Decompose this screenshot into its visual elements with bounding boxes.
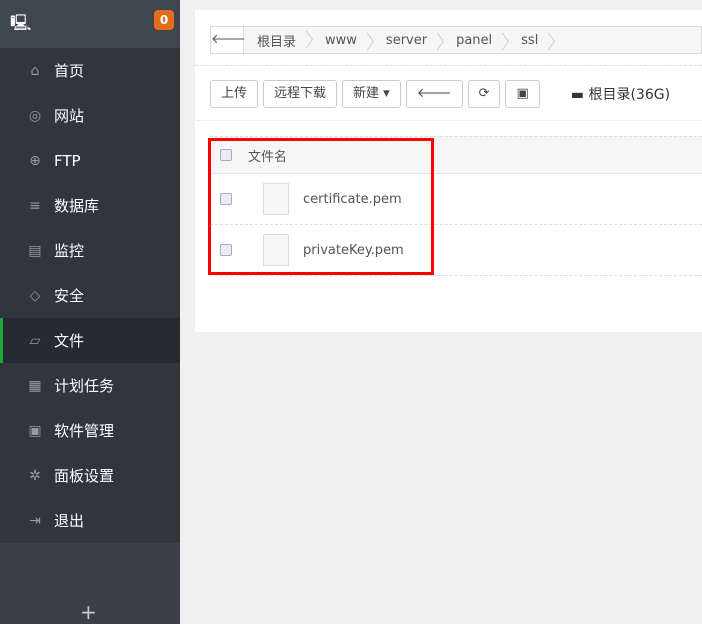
sidebar-item-label: 计划任务 [54, 377, 115, 395]
back-button[interactable]: 🡐 [211, 27, 246, 53]
sidebar-item-label: 退出 [54, 512, 85, 530]
apps-icon: ▣ [28, 422, 42, 439]
sidebar-item-label: 文件 [54, 332, 85, 350]
sidebar-item-9[interactable]: ✲ 面板设置 [0, 453, 180, 498]
sidebar-item-3[interactable]: ≡ 数据库 [0, 183, 180, 228]
crumb-www[interactable]: www [312, 33, 373, 48]
sidebar-item-label: 安全 [54, 287, 85, 305]
sidebar-item-6[interactable]: ▱ 文件 [0, 318, 180, 363]
sidebar-item-2[interactable]: ⊕ FTP [0, 138, 180, 183]
crumb-ssl[interactable]: ssl [508, 33, 554, 48]
database-icon: ≡ [29, 197, 41, 214]
sidebar-item-label: 面板设置 [54, 467, 115, 485]
disk-icon: ▬ [570, 87, 585, 103]
sidebar-item-7[interactable]: ▦ 计划任务 [0, 363, 180, 408]
sidebar-item-8[interactable]: ▣ 软件管理 [0, 408, 180, 453]
disk-label: 根目录(36G) [588, 87, 671, 103]
logo: 🖳 0 [0, 0, 180, 48]
refresh-button[interactable]: ⟳ [467, 80, 501, 108]
server-icon: 🖳 [10, 13, 32, 32]
logout-icon: ⇥ [29, 512, 41, 529]
upload-button[interactable]: 上传 [210, 80, 259, 108]
shield-icon: ◇ [29, 287, 41, 304]
add-icon[interactable]: + [80, 600, 97, 624]
sidebar: 🖳 0 ⌂ 首页 ◎ 网站 ⊕ FTP ≡ 数据库 ▤ 监控 ◇ 安全 ▱ 文件 ▦ 计划任务 ▣ 软件管理 ✲ 面板… [0, 0, 180, 624]
sidebar-item-label: 网站 [54, 107, 85, 125]
breadcrumb: 🡐 根目录 www server panel ssl [210, 26, 702, 54]
remote-download-button[interactable]: 远程下载 [263, 80, 338, 108]
notification-badge[interactable]: 0 [154, 10, 174, 30]
crumb-root[interactable]: 根目录 [244, 31, 312, 50]
sidebar-item-label: 监控 [54, 242, 85, 260]
globe-icon: ◎ [28, 107, 42, 124]
sidebar-item-label: 软件管理 [54, 422, 115, 440]
calendar-icon: ▦ [28, 377, 42, 394]
monitor-icon: ▤ [28, 242, 42, 259]
crumb-server[interactable]: server [373, 33, 443, 48]
folder-icon: ▱ [29, 332, 41, 349]
sidebar-item-label: 首页 [54, 62, 85, 80]
sidebar-item-5[interactable]: ◇ 安全 [0, 273, 180, 318]
sidebar-item-10[interactable]: ⇥ 退出 [0, 498, 180, 543]
home-icon: ⌂ [30, 62, 40, 79]
sidebar-item-0[interactable]: ⌂ 首页 [0, 48, 180, 93]
sidebar-item-1[interactable]: ◎ 网站 [0, 93, 180, 138]
new-dropdown-button[interactable]: 新建 ▾ [342, 80, 401, 108]
disk-indicator[interactable]: ▬ 根目录(36G) [571, 84, 670, 104]
sidebar-item-4[interactable]: ▤ 监控 [0, 228, 180, 273]
sidebar-item-label: FTP [54, 151, 81, 170]
crumb-panel[interactable]: panel [443, 33, 508, 48]
gear-icon: ✲ [29, 467, 41, 484]
highlight-box [208, 138, 434, 275]
sidebar-item-label: 数据库 [54, 197, 100, 215]
terminal-button[interactable]: ▣ [505, 80, 540, 108]
ftp-icon: ⊕ [29, 152, 41, 169]
back-arrow-button[interactable]: 🡐 [405, 80, 463, 108]
